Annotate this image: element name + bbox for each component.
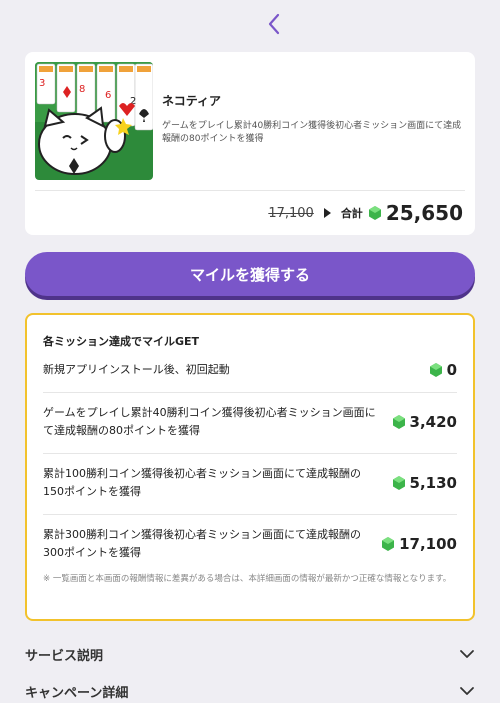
green-gem-icon: [368, 206, 381, 220]
green-gem-icon: [429, 363, 442, 377]
app-name: ネコティア: [162, 94, 222, 108]
app-card: 3 8 6 2 ネコティア ゲームをプレイし累計40勝利コイン獲得後初心者ミッシ…: [25, 52, 475, 235]
mission-box: 各ミッション達成でマイルGET 新規アプリインストール後、初回起動 0 ゲームを…: [25, 313, 475, 621]
mission-row: 累計100勝利コイン獲得後初心者ミッション画面にて達成報酬の150ポイントを獲得…: [43, 465, 457, 501]
mission-points: 3,420: [392, 413, 457, 431]
chevron-down-icon: [460, 687, 474, 695]
mission-text: 累計100勝利コイン獲得後初心者ミッション画面にて達成報酬の150ポイントを獲得: [43, 467, 361, 498]
price-row: 17,100 合計 25,650: [268, 198, 463, 228]
app-thumbnail: 3 8 6 2: [35, 62, 153, 180]
section-label: サービス説明: [25, 648, 104, 664]
section-service-description[interactable]: サービス説明: [25, 642, 475, 666]
section-campaign-details[interactable]: キャンペーン詳細: [25, 679, 475, 703]
mission-text: ゲームをプレイし累計40勝利コイン獲得後初心者ミッション画面にて達成報酬の80ポ…: [43, 406, 376, 437]
mission-points-value: 17,100: [399, 535, 457, 553]
back-chevron-icon[interactable]: [262, 10, 286, 38]
mission-text: 累計300勝利コイン獲得後初心者ミッション画面にて達成報酬の300ポイントを獲得: [43, 528, 361, 559]
top-bar: [0, 0, 500, 48]
divider: [43, 392, 457, 393]
total-label: 合計: [340, 207, 363, 220]
divider: [35, 190, 465, 191]
mission-row: ゲームをプレイし累計40勝利コイン獲得後初心者ミッション画面にて達成報酬の80ポ…: [43, 404, 457, 440]
arrow-right-icon: [323, 208, 331, 218]
green-gem-icon: [392, 415, 405, 429]
svg-text:8: 8: [79, 84, 85, 95]
mission-text: 新規アプリインストール後、初回起動: [43, 363, 230, 376]
mission-points-value: 3,420: [409, 413, 457, 431]
divider: [43, 453, 457, 454]
mission-title: 各ミッション達成でマイルGET: [43, 335, 200, 348]
mission-row: 累計300勝利コイン獲得後初心者ミッション画面にて達成報酬の300ポイントを獲得…: [43, 526, 457, 562]
disclaimer-note: ※ 一覧画面と本画面の報酬情報に差異がある場合は、本詳細画面の情報が最新かつ正確…: [43, 574, 452, 584]
svg-text:6: 6: [105, 90, 111, 101]
chevron-down-icon: [460, 650, 474, 658]
svg-text:3: 3: [39, 78, 45, 89]
mission-row: 新規アプリインストール後、初回起動 0: [43, 361, 457, 379]
divider: [43, 514, 457, 515]
old-price: 17,100: [268, 205, 314, 221]
section-label: キャンペーン詳細: [25, 685, 129, 701]
mission-points-value: 0: [446, 361, 457, 379]
mission-points: 17,100: [381, 535, 457, 553]
get-miles-button[interactable]: マイルを獲得する: [25, 252, 475, 296]
mission-points: 5,130: [392, 474, 457, 492]
total-value: 25,650: [385, 201, 463, 225]
mission-points-value: 5,130: [409, 474, 457, 492]
app-description: ゲームをプレイし累計40勝利コイン獲得後初心者ミッション画面にて達成報酬の80ポ…: [162, 121, 462, 144]
green-gem-icon: [392, 476, 405, 490]
green-gem-icon: [382, 537, 395, 551]
mission-points: 0: [429, 361, 457, 379]
